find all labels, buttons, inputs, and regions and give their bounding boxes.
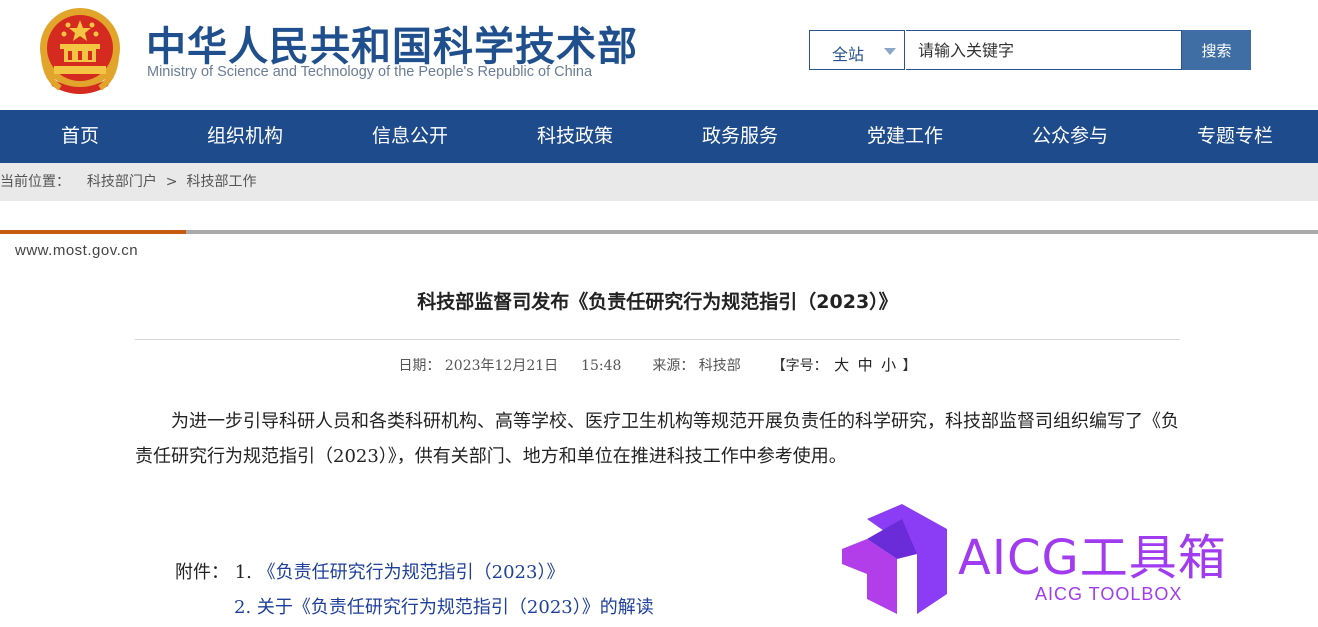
date-label: 日期： — [398, 358, 441, 374]
nav-item-disclosure[interactable]: 信息公开 — [340, 110, 480, 163]
divider-accent — [0, 230, 186, 234]
article-source: 科技部 — [698, 358, 741, 374]
nav-item-home[interactable]: 首页 — [10, 110, 150, 163]
attachment-link-guidelines[interactable]: 《负责任研究行为规范指引（2023）》 — [258, 562, 565, 583]
attachment-row-1: 附件： 1. 《负责任研究行为规范指引（2023）》 — [175, 555, 564, 590]
font-size-small-button[interactable]: 小 — [879, 356, 898, 374]
article-title: 科技部监督司发布《负责任研究行为规范指引（2023）》 — [417, 291, 898, 313]
breadcrumb-prefix: 当前位置： — [0, 174, 70, 190]
font-size-prefix: 【字号： — [771, 358, 828, 374]
search-scope-select[interactable]: 全站 — [809, 30, 905, 70]
nav-item-party[interactable]: 党建工作 — [835, 110, 975, 163]
attachments-label: 附件： — [175, 562, 229, 583]
nav-item-policy[interactable]: 科技政策 — [505, 110, 645, 163]
article-body: 为进一步引导科研人员和各类科研机构、高等学校、医疗卫生机构等规范开展负责任的科学… — [135, 411, 1179, 467]
search-scope-label: 全站 — [832, 45, 865, 64]
chevron-down-icon — [884, 48, 896, 55]
divider — [0, 230, 1318, 234]
aicg-logo-icon — [842, 504, 947, 614]
nav-item-public[interactable]: 公众参与 — [1000, 110, 1140, 163]
article-meta: 日期： 2023年12月21日 15:48 来源： 科技部 【字号： 大 中 小… — [135, 354, 1180, 375]
site-subtitle: Ministry of Science and Technology of th… — [147, 64, 593, 80]
search-input[interactable] — [906, 30, 1182, 70]
attachment-link-interpretation[interactable]: 关于《负责任研究行为规范指引（2023）》的解读 — [257, 597, 654, 618]
national-emblem-icon[interactable] — [38, 6, 122, 96]
nav-item-topics[interactable]: 专题专栏 — [1165, 110, 1305, 163]
site-header: 中华人民共和国科学技术部 Ministry of Science and Tec… — [0, 0, 1318, 110]
nav-item-organization[interactable]: 组织机构 — [175, 110, 315, 163]
watermark-subtitle: AICG TOOLBOX — [1035, 584, 1183, 604]
breadcrumb-item-portal[interactable]: 科技部门户 — [87, 163, 157, 201]
article-divider — [135, 339, 1180, 340]
main-nav: 首页 组织机构 信息公开 科技政策 政务服务 党建工作 公众参与 专题专栏 — [0, 110, 1318, 163]
breadcrumb-item-work[interactable]: 科技部工作 — [186, 163, 256, 201]
font-size-suffix: 】 — [902, 358, 917, 374]
attachment-index: 2. — [234, 597, 252, 618]
font-size-medium-button[interactable]: 中 — [856, 356, 875, 374]
breadcrumb-separator: > — [161, 174, 182, 190]
font-size-large-button[interactable]: 大 — [832, 356, 851, 374]
nav-item-services[interactable]: 政务服务 — [670, 110, 810, 163]
attachment-index: 1. — [234, 562, 252, 583]
site-url: www.most.gov.cn — [15, 242, 139, 259]
article-time: 15:48 — [581, 358, 622, 374]
breadcrumb: 当前位置： 科技部门户 > 科技部工作 — [0, 163, 1318, 201]
article-date: 2023年12月21日 — [444, 358, 559, 374]
attachment-row-2: 2. 关于《负责任研究行为规范指引（2023）》的解读 — [234, 590, 654, 625]
font-size-control: 【字号： 大 中 小 】 — [771, 356, 917, 374]
search-button[interactable]: 搜索 — [1182, 30, 1251, 70]
watermark-title: AICG工具箱 — [958, 530, 1227, 586]
source-label: 来源： — [652, 358, 695, 374]
